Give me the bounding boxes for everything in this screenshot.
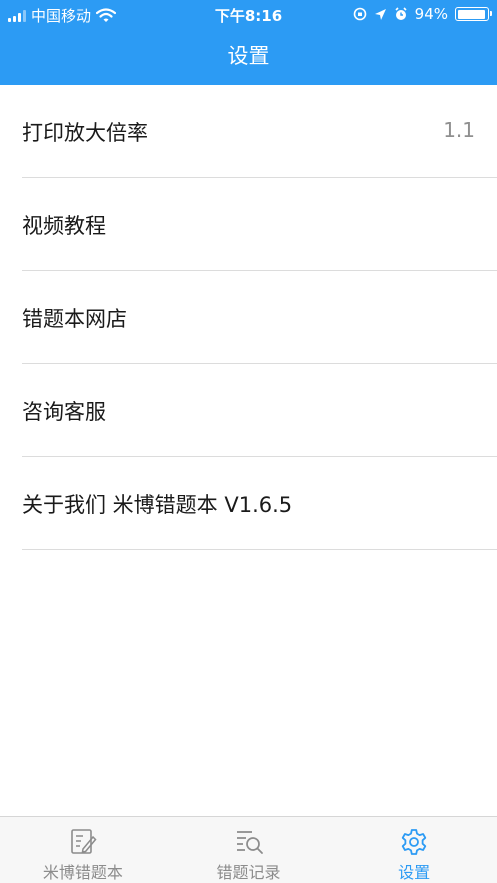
tab-bar: 米博错题本 错题记录 设置 (0, 816, 497, 883)
setting-label: 咨询客服 (22, 400, 106, 424)
setting-label: 打印放大倍率 (22, 121, 148, 145)
page-title: 设置 (227, 44, 270, 68)
list-search-icon (236, 831, 263, 854)
setting-video-tutorial[interactable]: 视频教程 (22, 178, 497, 271)
setting-print-zoom[interactable]: 打印放大倍率 1.1 (22, 85, 497, 178)
tab-settings[interactable]: 设置 (331, 817, 497, 883)
header-bar: 中国移动 下午8:16 94% 设置 (0, 0, 497, 85)
location-icon (374, 8, 386, 20)
tab-label: 设置 (398, 863, 431, 882)
tab-records[interactable]: 错题记录 (166, 817, 332, 883)
setting-value: 1.1 (443, 118, 475, 142)
setting-about-us[interactable]: 关于我们 米博错题本 V1.6.5 (22, 457, 497, 550)
setting-label: 错题本网店 (22, 307, 127, 331)
battery-icon (455, 7, 492, 21)
alarm-icon (395, 7, 407, 20)
notebook-icon (71, 829, 97, 854)
tab-label: 米博错题本 (42, 863, 123, 882)
setting-online-shop[interactable]: 错题本网店 (22, 271, 497, 364)
tab-notebook[interactable]: 米博错题本 (0, 817, 166, 883)
rotation-lock-icon (353, 7, 366, 21)
gear-icon (401, 829, 427, 855)
battery-percent: 94% (414, 5, 448, 23)
settings-list: 打印放大倍率 1.1 视频教程 错题本网店 咨询客服 关于我们 米博错题本 V1… (0, 85, 497, 550)
status-bar: 中国移动 下午8:16 94% (0, 0, 497, 28)
setting-customer-service[interactable]: 咨询客服 (22, 364, 497, 457)
setting-label: 视频教程 (22, 214, 106, 238)
setting-label: 关于我们 米博错题本 V1.6.5 (22, 493, 293, 517)
tab-label: 错题记录 (216, 863, 281, 882)
